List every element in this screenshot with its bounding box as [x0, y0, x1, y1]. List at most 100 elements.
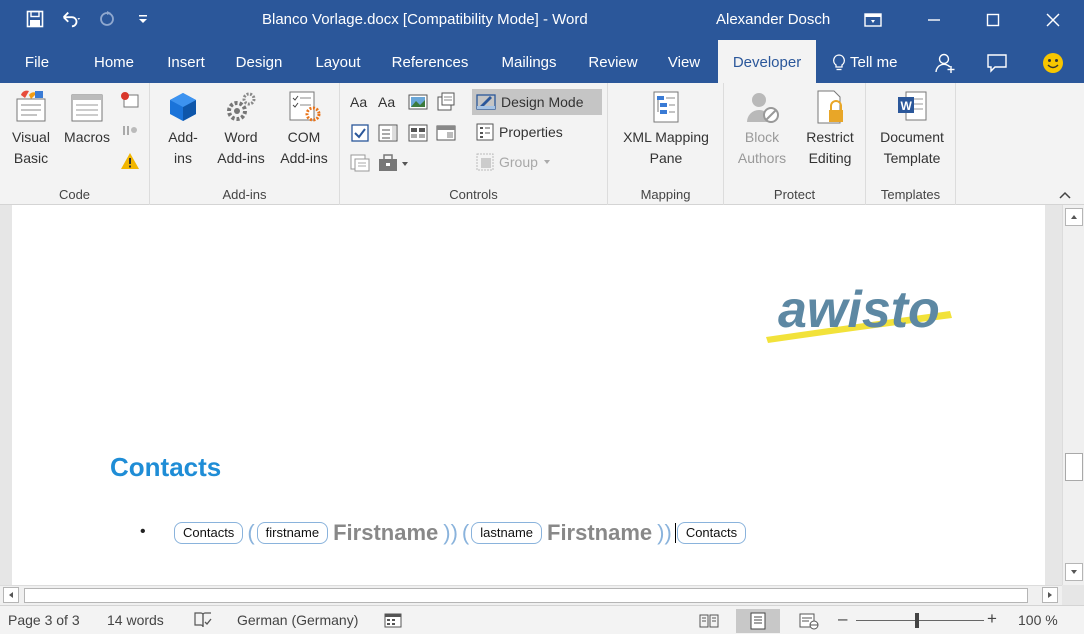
contacts-close-tag[interactable]: Contacts — [676, 522, 747, 544]
horizontal-scrollbar[interactable] — [0, 585, 1062, 605]
word-addins-button[interactable]: Word Add-ins — [210, 89, 272, 169]
restrict-editing-label: Restrict Editing — [806, 129, 854, 166]
tab-insert[interactable]: Insert — [158, 40, 214, 83]
group-button[interactable]: Group — [472, 149, 572, 175]
controls-group: Aa Aa Design Mode Properties Group Contr… — [340, 83, 608, 205]
proofing-book-icon[interactable] — [193, 611, 213, 632]
mapping-group: XML Mapping Pane Mapping — [608, 83, 724, 205]
tab-file[interactable]: File — [12, 40, 62, 83]
repeating-section-content-control-icon[interactable] — [350, 153, 370, 173]
tab-developer[interactable]: Developer — [718, 40, 816, 83]
scroll-up-arrow-icon[interactable] — [1065, 208, 1083, 226]
drop-down-list-content-control-icon[interactable] — [408, 123, 428, 143]
tab-references[interactable]: References — [384, 40, 476, 83]
tab-design[interactable]: Design — [228, 40, 290, 83]
zoom-slider-thumb[interactable] — [915, 613, 919, 628]
com-addins-button[interactable]: COM Add-ins — [274, 89, 334, 169]
pause-recording-icon[interactable] — [120, 121, 140, 141]
vertical-scrollbar[interactable] — [1062, 205, 1084, 585]
print-layout-icon[interactable] — [736, 609, 780, 633]
design-mode-button[interactable]: Design Mode — [472, 89, 602, 115]
language-indicator[interactable]: German (Germany) — [237, 612, 358, 628]
checkbox-content-control-icon[interactable] — [350, 123, 370, 143]
scroll-right-arrow-icon[interactable] — [1042, 587, 1058, 603]
macros-label: Macros — [64, 129, 110, 145]
document-template-button[interactable]: W Document Template — [870, 89, 954, 169]
scroll-left-arrow-icon[interactable] — [3, 587, 19, 603]
word-count[interactable]: 14 words — [107, 612, 164, 628]
tab-review[interactable]: Review — [582, 40, 644, 83]
tab-layout[interactable]: Layout — [306, 40, 370, 83]
maximize-icon[interactable] — [973, 6, 1013, 34]
document-page[interactable]: awisto Contacts • Contacts ( firstname F… — [12, 205, 1045, 585]
comments-icon[interactable] — [984, 50, 1010, 76]
macro-security-warning-icon[interactable] — [120, 151, 140, 171]
customize-qat-icon[interactable] — [132, 8, 154, 30]
firstname-value[interactable]: Firstname — [333, 520, 438, 546]
picture-content-control-icon[interactable] — [408, 92, 428, 112]
controls-group-label: Controls — [449, 187, 498, 202]
lastname-tag[interactable]: lastname — [471, 522, 542, 544]
collapse-ribbon-icon[interactable] — [1058, 187, 1072, 199]
horizontal-scroll-thumb[interactable] — [24, 588, 1028, 603]
properties-button[interactable]: Properties — [472, 119, 592, 145]
ribbon-tabs: File Home Insert Design Layout Reference… — [0, 40, 1084, 83]
date-picker-content-control-icon[interactable] — [436, 123, 456, 143]
share-person-icon[interactable] — [932, 50, 958, 76]
zoom-out-button[interactable]: – — [838, 609, 847, 629]
legacy-tools-icon[interactable] — [378, 153, 412, 173]
awisto-logo: awisto — [764, 277, 964, 347]
addins-group: Add- ins Word Add-ins COM Add-ins Add-in… — [150, 83, 340, 205]
contacts-open-tag[interactable]: Contacts — [174, 522, 244, 544]
block-authors-button[interactable]: Block Authors — [730, 89, 794, 169]
smiley-feedback-icon[interactable] — [1040, 50, 1066, 76]
group-icon — [476, 153, 494, 171]
svg-text:Aa: Aa — [350, 94, 367, 110]
firstname-tag[interactable]: firstname — [256, 522, 329, 544]
macros-button[interactable]: Macros — [60, 89, 114, 148]
vertical-scroll-thumb[interactable] — [1065, 453, 1083, 481]
ribbon-display-options-icon[interactable] — [853, 6, 893, 34]
redo-icon[interactable] — [96, 8, 118, 30]
visual-basic-button[interactable]: Visual Basic — [6, 89, 56, 169]
block-authors-icon — [744, 89, 780, 125]
restrict-editing-button[interactable]: Restrict Editing — [798, 89, 862, 169]
tab-mailings[interactable]: Mailings — [490, 40, 568, 83]
undo-icon[interactable] — [60, 8, 82, 30]
scroll-down-arrow-icon[interactable] — [1065, 563, 1083, 581]
plain-text-content-control-icon[interactable]: Aa — [378, 93, 400, 113]
contacts-content-control[interactable]: Contacts ( firstname Firstname )) ( last… — [174, 518, 748, 548]
macro-recording-icon[interactable] — [383, 611, 403, 632]
lastname-value[interactable]: Firstname — [547, 520, 652, 546]
close-icon[interactable] — [1033, 6, 1073, 34]
lightbulb-icon[interactable] — [826, 50, 852, 76]
firstname-open-bracket: ( — [247, 520, 255, 545]
user-name[interactable]: Alexander Dosch — [716, 11, 830, 28]
zoom-level[interactable]: 100 % — [1018, 612, 1058, 628]
zoom-in-button[interactable]: + — [987, 609, 997, 629]
xml-mapping-pane-button[interactable]: XML Mapping Pane — [612, 89, 720, 169]
building-block-gallery-icon[interactable] — [436, 92, 456, 112]
rich-text-content-control-icon[interactable]: Aa — [350, 93, 372, 113]
record-macro-icon[interactable] — [120, 91, 140, 111]
read-mode-icon[interactable] — [692, 609, 726, 633]
properties-label: Properties — [499, 124, 563, 140]
combo-box-content-control-icon[interactable] — [378, 123, 398, 143]
minimize-icon[interactable] — [914, 6, 954, 34]
svg-text:awisto: awisto — [778, 281, 940, 339]
tab-home[interactable]: Home — [84, 40, 144, 83]
mapping-group-label: Mapping — [640, 187, 691, 202]
zoom-slider-track[interactable] — [856, 620, 984, 621]
tab-view[interactable]: View — [658, 40, 710, 83]
com-addins-label: COM Add-ins — [280, 129, 328, 166]
document-area: awisto Contacts • Contacts ( firstname F… — [0, 205, 1062, 585]
svg-text:W: W — [901, 99, 913, 113]
web-layout-icon[interactable] — [792, 609, 826, 633]
save-icon[interactable] — [24, 8, 46, 30]
developer-ribbon: Visual Basic Macros Code Add- ins Word A… — [0, 83, 1084, 205]
addins-button[interactable]: Add- ins — [160, 89, 206, 169]
text-cursor — [674, 523, 676, 543]
properties-icon — [476, 123, 494, 141]
tell-me-search[interactable]: Tell me — [850, 40, 908, 83]
page-count[interactable]: Page 3 of 3 — [8, 612, 80, 628]
